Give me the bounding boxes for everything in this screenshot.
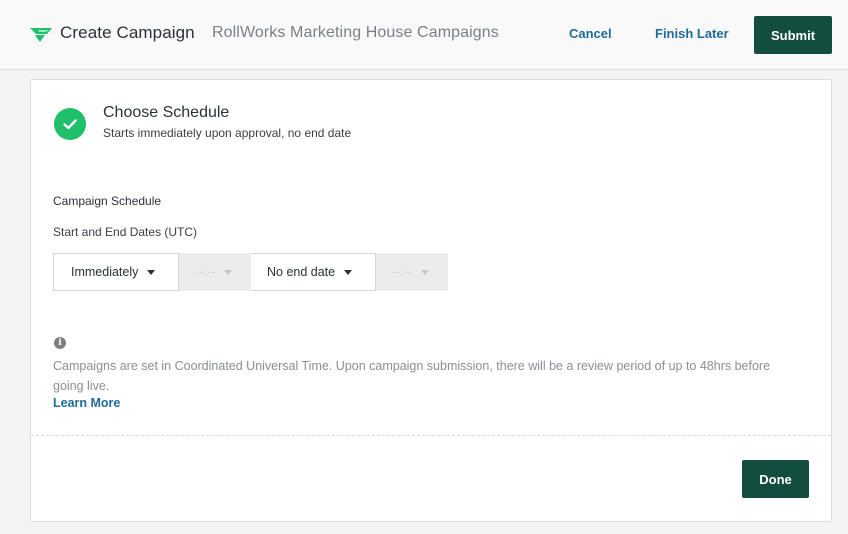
check-icon [54, 108, 86, 140]
info-icon: i [54, 337, 66, 349]
campaign-schedule-label: Campaign Schedule [53, 194, 162, 208]
done-button[interactable]: Done [742, 460, 809, 498]
start-date-value: Immediately [71, 265, 139, 279]
end-date-select[interactable]: No end date [251, 253, 376, 291]
top-bar: Create Campaign RollWorks Marketing Hous… [0, 0, 848, 70]
rollworks-logo-icon [30, 28, 52, 42]
start-time-select: --:-- [179, 253, 251, 291]
divider [31, 435, 831, 436]
schedule-card: Choose Schedule Starts immediately upon … [30, 79, 832, 522]
date-range-picker: Immediately --:-- No end date --:-- [53, 253, 448, 291]
utc-info-text: Campaigns are set in Coordinated Univers… [53, 359, 771, 393]
step-title: Choose Schedule [103, 104, 230, 121]
submit-button[interactable]: Submit [754, 16, 832, 54]
start-time-placeholder: --:-- [196, 267, 216, 277]
learn-more-link[interactable]: Learn More [53, 396, 120, 410]
start-date-select[interactable]: Immediately [53, 253, 179, 291]
chevron-down-icon [420, 269, 429, 275]
start-end-dates-label: Start and End Dates (UTC) [53, 225, 198, 239]
chevron-down-icon [344, 269, 353, 275]
cancel-button[interactable]: Cancel [569, 26, 612, 41]
chevron-down-icon [223, 269, 232, 275]
finish-later-button[interactable]: Finish Later [655, 26, 729, 41]
step-description: Starts immediately upon approval, no end… [103, 126, 352, 140]
page-title: Create Campaign [60, 23, 195, 42]
account-name: RollWorks Marketing House Campaigns [212, 24, 499, 41]
chevron-down-icon [147, 269, 156, 275]
end-time-select: --:-- [376, 253, 448, 291]
end-time-placeholder: --:-- [393, 267, 413, 277]
end-date-value: No end date [267, 265, 336, 279]
